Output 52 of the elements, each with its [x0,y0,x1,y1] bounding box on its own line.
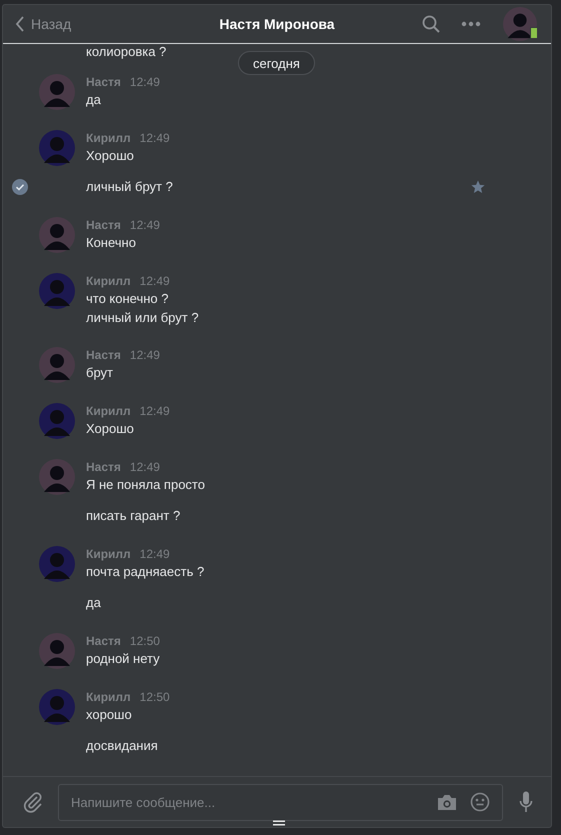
chat-title: Настя Миронова [219,16,335,32]
author-name[interactable]: Настя [86,74,121,90]
date-label: сегодня [238,51,315,76]
message-text: брут [86,365,113,380]
message-time: 12:49 [140,130,170,146]
search-icon[interactable] [422,15,440,34]
message-time: 12:49 [140,546,170,562]
attach-icon[interactable] [23,791,43,814]
star-icon[interactable] [471,180,485,194]
author-name[interactable]: Настя [86,347,121,364]
message-text: Хорошо [86,148,134,164]
message-time: 12:49 [130,347,160,364]
emoji-icon[interactable] [470,792,490,812]
message-text: личный или брут ? [86,310,199,326]
message-field[interactable]: Напишите сообщение... [58,784,503,821]
message-text: колиоровка ? [86,44,166,60]
camera-icon[interactable] [437,794,457,811]
author-name[interactable]: Настя [86,459,121,476]
author-name[interactable]: Настя [86,633,121,650]
microphone-icon[interactable] [519,791,533,814]
resize-handle-icon[interactable] [272,820,286,826]
message-text: что конечно ? [86,291,168,306]
avatar[interactable] [503,7,537,42]
message-time: 12:50 [130,633,160,650]
message-text: Хорошо [86,421,134,436]
message-time: 12:49 [130,217,160,234]
message-text: да [86,92,101,108]
message-text: писать гарант ? [86,508,180,524]
message-time: 12:49 [140,273,170,290]
author-name[interactable]: Кирилл [86,546,131,562]
more-icon[interactable] [461,21,481,28]
message-time: 12:49 [140,403,170,420]
message-time: 12:49 [130,459,160,476]
author-name[interactable]: Кирилл [86,273,131,290]
message-time: 12:50 [140,689,170,706]
message-input[interactable]: Напишите сообщение... [71,794,437,810]
author-name[interactable]: Кирилл [86,130,131,146]
back-button[interactable]: Назад [15,16,72,32]
check-icon[interactable] [12,179,28,196]
message-text: да [86,595,101,610]
message-text: родной нету [86,651,160,666]
message-text: Конечно [86,235,136,250]
message-text: хорошо [86,707,132,722]
author-name[interactable]: Кирилл [86,689,131,706]
message-text: личный брут ? [86,179,173,194]
message-time: 12:49 [130,74,160,90]
author-name[interactable]: Настя [86,217,121,234]
author-name[interactable]: Кирилл [86,403,131,420]
chevron-left-icon [15,16,25,32]
message-text: досвидания [86,738,158,754]
message-text: почта радняаесть ? [86,564,204,580]
message-text: Я не поняла просто [86,477,205,492]
